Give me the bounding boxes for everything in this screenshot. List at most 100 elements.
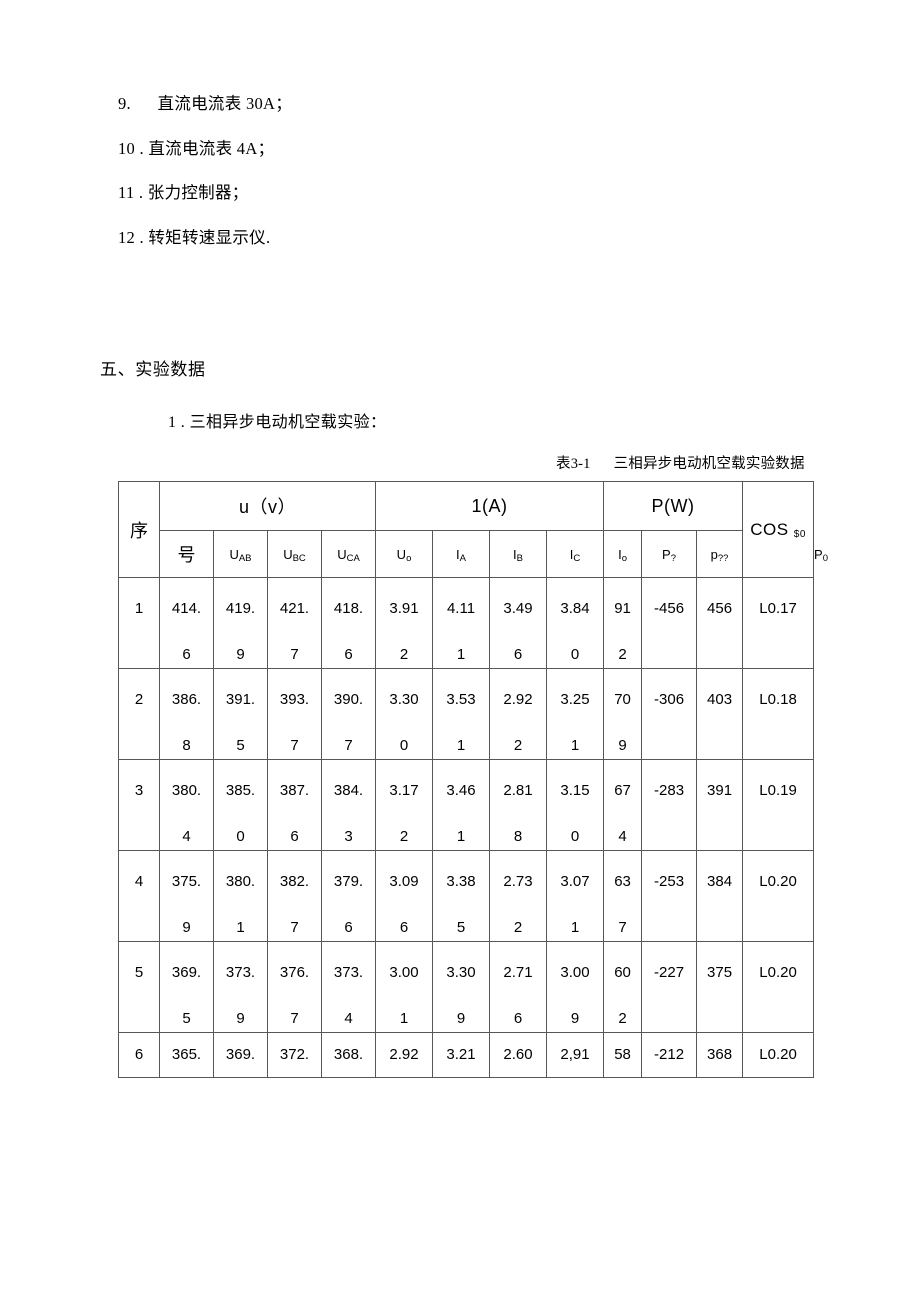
table-cell: 369. 5: [159, 941, 214, 1033]
table-cell: 391: [696, 759, 744, 851]
header-sub-4: IA: [432, 530, 491, 578]
table-cell: 365.: [159, 1032, 214, 1078]
header-group-2: P(W): [603, 481, 744, 531]
table-cell: 3.84 0: [546, 577, 605, 669]
table-cell: 414. 6: [159, 577, 214, 669]
table-cell: 418. 6: [320, 577, 377, 669]
table-cell: 3.07 1: [546, 850, 605, 942]
table-cell: 60 2: [603, 941, 643, 1033]
table-cell: 2.73 2: [489, 850, 548, 942]
table-cell: 3.46 1: [432, 759, 491, 851]
table-cell: 375: [696, 941, 744, 1033]
table-cell: 456: [696, 577, 744, 669]
table-cell: 3.17 2: [375, 759, 434, 851]
table-row: 3 380. 4 385. 0 387. 6 384. 3 3.17 2 3.46 1 2.81 8 3.15…: [118, 759, 815, 851]
table-cell: 382. 7: [267, 850, 322, 942]
table-cell: 390. 7: [320, 668, 377, 760]
table-cell: 63 7: [603, 850, 643, 942]
table-cell: 369.: [213, 1032, 268, 1078]
table-row: 1 414. 6 419. 9 421. 7 418. 6 3.91 2 4.11 1 3.49 6 3.84…: [118, 577, 815, 669]
table-cell: 384: [696, 850, 744, 942]
table-cell: L0.20: [742, 1032, 815, 1078]
header-sub-6: IC: [546, 530, 605, 578]
table-cell: 3.21: [432, 1032, 491, 1078]
document-page: 9. 直流电流表 30A； 10 . 直流电流表 4A； 11 . 张力控制器；…: [0, 0, 920, 1303]
table-cell: 384. 3: [320, 759, 377, 851]
table-cell: 419. 9: [213, 577, 268, 669]
table-row: 5 369. 5 373. 9 376. 7 373. 4 3.00 1 3.30 9 2.71 6 3.00…: [118, 941, 815, 1033]
table-row: 4 375. 9 380. 1 382. 7 379. 6 3.09 6 3.38 5 2.73 2 3.07…: [118, 850, 815, 942]
header-sub-0: UAB: [213, 530, 268, 578]
table-cell: -283: [641, 759, 698, 851]
table-cell: 375. 9: [159, 850, 214, 942]
table-cell: L0.20: [742, 850, 815, 942]
table-row: 2 386. 8 391. 5 393. 7 390. 7 3.30 0 3.53 1 2.92 2 3.25…: [118, 668, 815, 760]
table-cell: 3.00 9: [546, 941, 605, 1033]
table-cell: 372.: [267, 1032, 322, 1078]
row-seq: 2: [118, 668, 160, 760]
table-cell: 376. 7: [267, 941, 322, 1033]
table-header-group-row: 序 u（v） 1(A) P(W) COS $0: [118, 481, 815, 578]
row-seq: 1: [118, 577, 160, 669]
row-seq: 5: [118, 941, 160, 1033]
table-cell: 3.49 6: [489, 577, 548, 669]
header-sub-9: p??: [696, 530, 744, 578]
table-cell: 2.81 8: [489, 759, 548, 851]
table-cell: 421. 7: [267, 577, 322, 669]
table-cell: 3.25 1: [546, 668, 605, 760]
table-cell: L0.18: [742, 668, 815, 760]
header-group-1: 1(A): [375, 481, 605, 531]
header-sub-2: UCA: [320, 530, 377, 578]
header-cos: COS $0: [742, 481, 815, 578]
table-cell: 3.30 0: [375, 668, 434, 760]
table-cell: 373. 4: [320, 941, 377, 1033]
table-cell: 3.91 2: [375, 577, 434, 669]
table-cell: 2.60: [489, 1032, 548, 1078]
row-seq: 3: [118, 759, 160, 851]
table-cell: 91 2: [603, 577, 643, 669]
header-sub-8: P?: [641, 530, 698, 578]
table-cell: 3.30 9: [432, 941, 491, 1033]
table-cell: 373. 9: [213, 941, 268, 1033]
list-item: 9. 直流电流表 30A；: [118, 94, 293, 113]
header-seq: 序: [118, 481, 160, 578]
table-cell: 368.: [320, 1032, 377, 1078]
header-sub-3: Uo: [375, 530, 434, 578]
header-sub-7: Io: [603, 530, 643, 578]
table-cell: 385. 0: [213, 759, 268, 851]
table-cell: 403: [696, 668, 744, 760]
table-cell: 368: [696, 1032, 744, 1078]
table-cell: L0.17: [742, 577, 815, 669]
header-group-0: u（v）: [158, 481, 377, 531]
table-cell: -456: [641, 577, 698, 669]
table-cell: 2.71 6: [489, 941, 548, 1033]
header-seq-line2: 号: [159, 530, 214, 578]
table-cell: 2.92 2: [489, 668, 548, 760]
table-cell: 380. 1: [213, 850, 268, 942]
table-cell: 3.00 1: [375, 941, 434, 1033]
table-cell: 3.15 0: [546, 759, 605, 851]
table-cell: 3.53 1: [432, 668, 491, 760]
table-cell: -306: [641, 668, 698, 760]
table-cell: 393. 7: [267, 668, 322, 760]
section-heading: 五、实验数据: [100, 360, 206, 379]
list-item: 11 . 张力控制器；: [118, 183, 249, 202]
table-cell: 386. 8: [159, 668, 214, 760]
list-item: 12 . 转矩转速显示仪.: [118, 227, 271, 247]
table-cell: L0.20: [742, 941, 815, 1033]
table-cell: 58: [603, 1032, 643, 1078]
table-cell: -253: [641, 850, 698, 942]
table-cell: -227: [641, 941, 698, 1033]
table-cell: 2,91: [546, 1032, 605, 1078]
header-sub-5: IB: [489, 530, 548, 578]
list-item: 10 . 直流电流表 4A；: [118, 138, 275, 158]
table-cell: 379. 6: [320, 850, 377, 942]
table-cell: -212: [641, 1032, 698, 1078]
table-cell: 4.11 1: [432, 577, 491, 669]
table-cell: 3.38 5: [432, 850, 491, 942]
table-cell: 3.09 6: [375, 850, 434, 942]
table-cell: 70 9: [603, 668, 643, 760]
table-header-sub-row: 号 UAB UBC UCA Uo IA IB IC Io P? p?? P0: [119, 530, 828, 578]
row-seq: 4: [118, 850, 160, 942]
header-sub-1: UBC: [267, 530, 322, 578]
